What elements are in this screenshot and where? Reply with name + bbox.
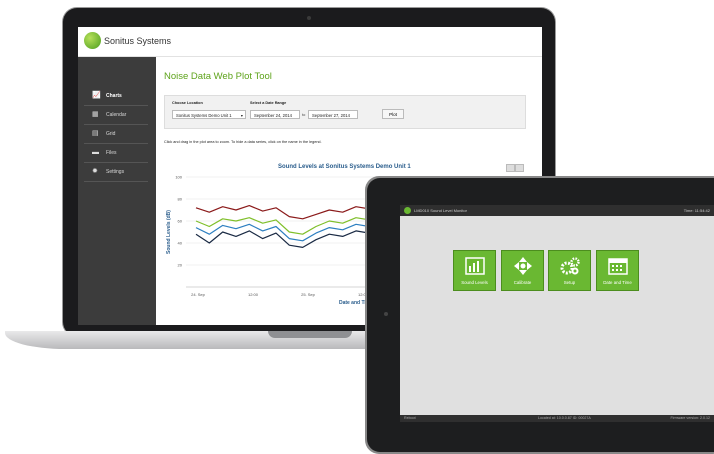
sidebar-item-label: Calendar xyxy=(106,112,127,118)
location-select[interactable]: Sonitus Systems Demo Unit 1 ▾ xyxy=(172,110,246,119)
tablet-screen: LMD010 Sound Level Monitor Time: 11:54:4… xyxy=(400,205,714,422)
sidebar: 📈 Charts ▦ Calendar ▤ Grid ▬ Files ✹ Settings xyxy=(78,57,156,325)
sidebar-item-settings[interactable]: ✹ Settings xyxy=(84,163,148,182)
y-tick-label: 100 xyxy=(175,175,182,180)
chart-icon: 📈 xyxy=(92,92,101,99)
y-tick-label: 80 xyxy=(178,197,183,202)
zoom-hint: Click and drag in the plot area to zoom.… xyxy=(164,140,322,144)
folder-icon: ▬ xyxy=(92,149,99,156)
plot-form: Choose Location Sonitus Systems Demo Uni… xyxy=(164,95,526,129)
bar-chart-icon xyxy=(465,257,485,275)
sidebar-item-label: Settings xyxy=(106,169,125,175)
reboot-link[interactable]: Reboot xyxy=(404,416,416,420)
x-tick-label: 12:00 xyxy=(248,292,259,297)
sidebar-item-label: Charts xyxy=(106,93,122,99)
to-text: to xyxy=(302,112,306,117)
x-tick-label: 25. Sep xyxy=(301,292,316,297)
gear-icon: ✹ xyxy=(92,168,98,175)
tablet-camera xyxy=(384,312,388,316)
tile-label: Calibrate xyxy=(513,280,532,285)
sidebar-item-label: Grid xyxy=(106,131,116,137)
calendar-icon xyxy=(608,258,628,275)
y-axis-label: Sound Levels (dB) xyxy=(166,210,172,254)
sidebar-item-label: Files xyxy=(106,150,117,156)
tablet-footer: Reboot Located at: 10.0.0.87 ID: 00027A … xyxy=(400,415,714,422)
tablet-time: Time: 11:54:42 xyxy=(683,208,710,213)
location-select-value: Sonitus Systems Demo Unit 1 xyxy=(176,113,232,118)
sound-levels-tile[interactable]: Sound Levels xyxy=(453,250,496,291)
date-time-tile[interactable]: Date and Time xyxy=(596,250,639,291)
y-tick-label: 60 xyxy=(178,219,183,224)
gears-icon xyxy=(560,257,580,275)
y-tick-label: 40 xyxy=(178,241,183,246)
sidebar-item-charts[interactable]: 📈 Charts xyxy=(84,87,148,106)
tile-label: Sound Levels xyxy=(461,280,488,285)
firmware-version: Firmware version: 2.0.12 xyxy=(670,416,710,420)
tile-label: Date and Time xyxy=(603,280,632,285)
date-range-label: Select a Date Range xyxy=(250,101,287,105)
location-label: Choose Location xyxy=(172,101,203,105)
tile-label: Setup xyxy=(563,280,576,285)
chevron-down-icon: ▾ xyxy=(240,113,243,118)
brand-logo-icon xyxy=(84,32,101,49)
calendar-icon: ▦ xyxy=(92,111,99,118)
move-arrows-icon xyxy=(514,257,532,275)
to-date-input[interactable]: September 27, 2014 xyxy=(308,110,358,119)
brand-name: Sonitus Systems xyxy=(104,36,172,46)
tablet-app-title: LMD010 Sound Level Monitor xyxy=(414,208,467,213)
laptop-base-notch xyxy=(268,331,352,338)
brand-logo-icon xyxy=(404,207,411,214)
from-date-input[interactable]: September 24, 2014 xyxy=(250,110,300,119)
plot-button[interactable]: Plot xyxy=(382,109,404,119)
grid-icon: ▤ xyxy=(92,130,99,137)
y-tick-label: 20 xyxy=(178,263,183,268)
laptop-camera xyxy=(307,16,311,20)
calibrate-tile[interactable]: Calibrate xyxy=(501,250,544,291)
x-tick-label: 24. Sep xyxy=(191,292,206,297)
page-title: Noise Data Web Plot Tool xyxy=(164,71,272,82)
sidebar-item-grid[interactable]: ▤ Grid xyxy=(84,125,148,144)
app-header: Sonitus Systems xyxy=(78,27,542,57)
sidebar-item-files[interactable]: ▬ Files xyxy=(84,144,148,163)
tablet-title-bar: LMD010 Sound Level Monitor Time: 11:54:4… xyxy=(400,205,714,216)
device-location: Located at: 10.0.0.87 ID: 00027A xyxy=(538,416,591,420)
setup-tile[interactable]: Setup xyxy=(548,250,591,291)
sidebar-item-calendar[interactable]: ▦ Calendar xyxy=(84,106,148,125)
